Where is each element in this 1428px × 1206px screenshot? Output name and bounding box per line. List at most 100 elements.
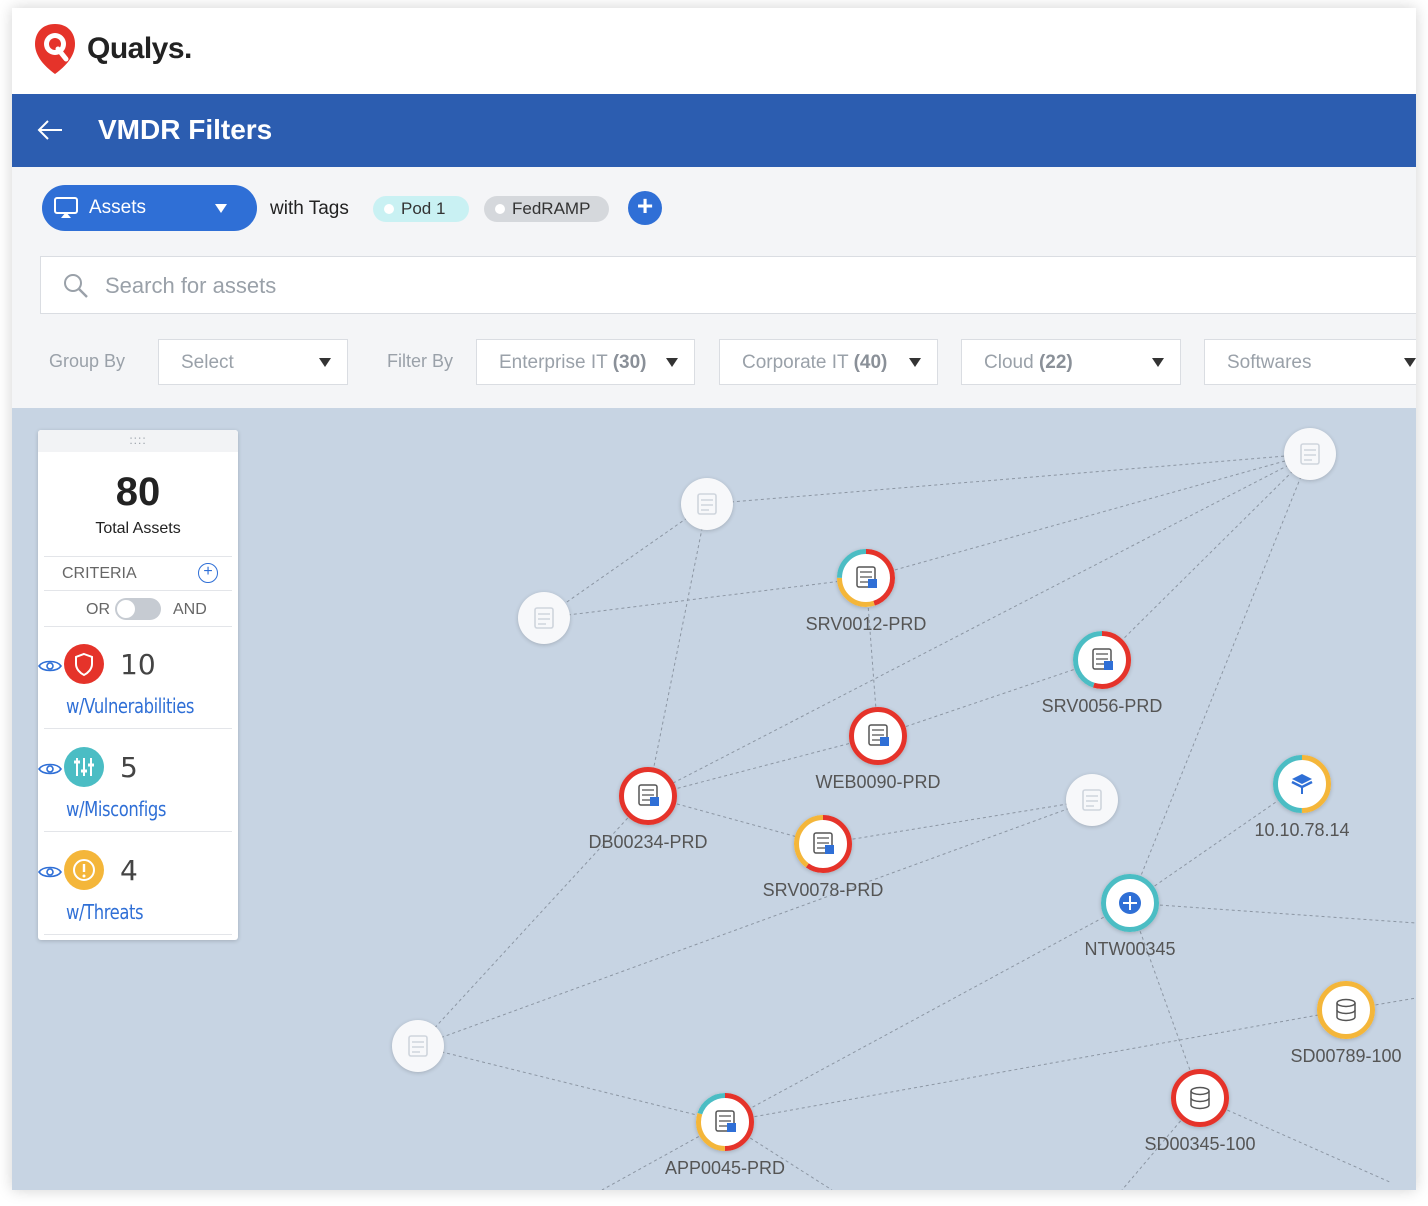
- vulnerabilities-count: 10: [120, 648, 156, 681]
- asset-node-label: SRV0012-PRD: [805, 614, 927, 634]
- add-tag-button[interactable]: +: [628, 191, 662, 225]
- vulnerability-shield-icon: [64, 644, 104, 684]
- drag-handle-icon[interactable]: ::::: [38, 430, 238, 452]
- database-server-icon: [638, 784, 659, 806]
- graph-edge: [417, 799, 1093, 1047]
- divider: [44, 728, 232, 729]
- group-by-dropdown[interactable]: Select: [158, 339, 348, 385]
- asset-node-placeholder[interactable]: [518, 592, 570, 644]
- threat-alert-icon: [64, 850, 104, 890]
- search-input[interactable]: [105, 269, 1005, 303]
- back-arrow-icon[interactable]: [36, 118, 64, 142]
- group-by-value: Select: [181, 352, 234, 373]
- and-label: AND: [173, 601, 207, 618]
- divider: [44, 556, 232, 557]
- chevron-down-icon: [666, 358, 678, 367]
- server-icon: [408, 1035, 428, 1057]
- asset-graph-canvas[interactable]: SRV0012-PRD SRV0056-PRD WEB0090-PRD DB00234…: [12, 408, 1416, 1190]
- asset-node-sd00345-100[interactable]: [1171, 1069, 1229, 1127]
- node-status-ring: [1317, 981, 1375, 1039]
- node-status-ring: [849, 707, 907, 765]
- divider: [44, 590, 232, 591]
- brand-name: Qualys.: [87, 32, 192, 65]
- asset-node-placeholder[interactable]: [681, 478, 733, 530]
- filter-count: (30): [612, 352, 647, 373]
- storage-icon: [1336, 998, 1356, 1022]
- asset-node-srv0012-prd[interactable]: [837, 549, 895, 607]
- search-icon: [64, 274, 88, 298]
- search-bar: [40, 256, 1416, 314]
- tag-dot-icon: [495, 204, 505, 214]
- server-linux-icon: [1092, 648, 1113, 670]
- ring-segment: [619, 767, 677, 825]
- chevron-down-icon: [215, 204, 227, 213]
- asset-node-10-10-78-14[interactable]: [1273, 755, 1331, 813]
- chevron-down-icon: [909, 358, 921, 367]
- server-icon: [534, 607, 554, 629]
- chevron-down-icon: [1404, 358, 1416, 367]
- cube-icon: [1291, 774, 1313, 794]
- eye-icon[interactable]: [38, 761, 62, 777]
- threats-link[interactable]: w/Threats: [66, 900, 144, 924]
- tag-label: FedRAMP: [512, 199, 591, 218]
- asset-node-srv0078-prd[interactable]: [794, 815, 852, 873]
- eye-icon[interactable]: [38, 658, 62, 674]
- vulnerabilities-link[interactable]: w/Vulnerabilities: [66, 694, 194, 718]
- divider: [44, 934, 232, 935]
- node-status-ring: [1073, 631, 1131, 689]
- misconfigs-link[interactable]: w/Misconfigs: [66, 797, 166, 821]
- asset-node-label: 10.10.78.14: [1254, 820, 1350, 840]
- server-linux-icon: [813, 832, 834, 854]
- node-status-ring: [794, 815, 852, 873]
- node-status-ring: [1273, 755, 1331, 813]
- filter-count: (40): [853, 352, 888, 373]
- filter-count: (22): [1038, 352, 1073, 373]
- asset-node-label: WEB0090-PRD: [815, 772, 941, 792]
- graph-edge: [1101, 453, 1311, 661]
- filter-dropdown-enterprise-it[interactable]: Enterprise IT (30): [476, 339, 695, 385]
- asset-node-label: NTW00345: [1084, 939, 1176, 959]
- eye-icon[interactable]: [38, 864, 62, 880]
- asset-node-sd00789-100[interactable]: [1317, 981, 1375, 1039]
- misconfigs-count: 5: [120, 751, 138, 784]
- asset-node-db00234-prd[interactable]: [619, 767, 677, 825]
- page-header: VMDR Filters: [12, 94, 1416, 167]
- ring-segment: [1317, 981, 1375, 1039]
- asset-node-placeholder[interactable]: [392, 1020, 444, 1072]
- monitor-icon: [54, 197, 78, 218]
- asset-type-dropdown[interactable]: Assets: [42, 185, 257, 231]
- asset-node-app0045-prd[interactable]: [696, 1093, 754, 1151]
- asset-node-ntw00345[interactable]: [1101, 874, 1159, 932]
- chevron-down-icon: [319, 358, 331, 367]
- graph-edge: [865, 453, 1311, 579]
- web-server-icon: [868, 724, 889, 746]
- app-server-icon: [715, 1110, 736, 1132]
- node-status-ring: [1171, 1069, 1229, 1127]
- storage-icon: [1190, 1086, 1210, 1110]
- or-and-toggle[interactable]: [115, 598, 161, 620]
- node-status-ring: [696, 1093, 754, 1151]
- add-criteria-button[interactable]: +: [198, 563, 218, 583]
- filter-name: Softwares: [1227, 352, 1312, 373]
- filter-dropdown-corporate-it[interactable]: Corporate IT (40): [719, 339, 938, 385]
- asset-node-placeholder[interactable]: [1284, 428, 1336, 480]
- filter-dropdown-cloud[interactable]: Cloud (22): [961, 339, 1181, 385]
- tag-chip-fedramp[interactable]: FedRAMP: [484, 196, 609, 222]
- asset-node-label: APP0045-PRD: [664, 1158, 786, 1178]
- asset-node-label: SRV0056-PRD: [1041, 696, 1163, 716]
- group-by-label: Group By: [49, 351, 126, 371]
- sliders-icon: [64, 747, 104, 787]
- graph-edge: [822, 799, 1093, 845]
- app-window: Qualys. VMDR Filters Assets with Tags Po…: [12, 8, 1416, 1190]
- asset-node-srv0056-prd[interactable]: [1073, 631, 1131, 689]
- tag-chip-pod-1[interactable]: Pod 1: [373, 196, 469, 222]
- filter-toolbar: Assets with Tags Pod 1 FedRAMP + Group B…: [12, 167, 1416, 408]
- graph-edge: [647, 503, 708, 797]
- asset-node-web0090-prd[interactable]: [849, 707, 907, 765]
- network-icon: [1119, 892, 1141, 914]
- filter-dropdown-softwares[interactable]: Softwares: [1204, 339, 1416, 385]
- with-tags-label: with Tags: [270, 198, 349, 219]
- graph-edge: [1129, 902, 1416, 924]
- asset-node-label: DB00234-PRD: [588, 832, 708, 852]
- asset-node-placeholder[interactable]: [1066, 774, 1118, 826]
